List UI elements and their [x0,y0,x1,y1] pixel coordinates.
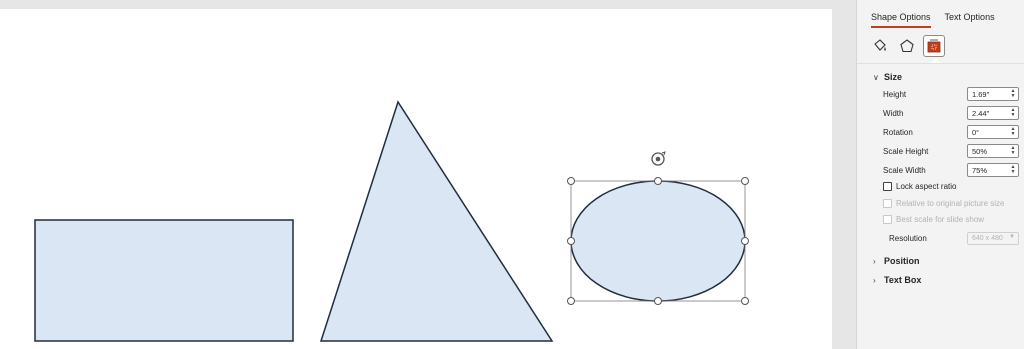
resize-handle-ne [741,177,749,185]
rotation-handle[interactable] [651,151,666,166]
height-row: Height 1.69" ▲ ▼ [883,87,1019,101]
format-shape-pane: Shape Options Text Options ∨ Size Height… [856,0,1024,349]
width-spinner[interactable]: ▲ ▼ [1010,108,1016,118]
width-label: Width [883,108,904,118]
best-scale-checkbox: Best scale for slide show [883,215,984,224]
lock-aspect-ratio-box[interactable] [883,182,892,191]
rotation-value: 0° [972,127,980,137]
resize-handle-s [654,297,662,305]
category-icons [869,35,950,57]
resolution-row: Resolution 640 x 480 ▼ [889,231,1019,245]
scale-height-input[interactable]: 50% ▲ ▼ [967,144,1019,158]
resize-handle-nw [567,177,575,185]
triangle-shape[interactable] [319,100,554,342]
height-label: Height [883,89,907,99]
scale-height-row: Scale Height 50% ▲ ▼ [883,144,1019,158]
resize-handle-n [654,177,662,185]
size-section-header[interactable]: ∨ Size [873,72,902,82]
chevron-down-icon: ▼ [1009,233,1015,240]
scale-width-input[interactable]: 75% ▲ ▼ [967,163,1019,177]
scale-width-row: Scale Width 75% ▲ ▼ [883,163,1019,177]
rectangle-shape[interactable] [34,219,294,342]
relative-original-checkbox: Relative to original picture size [883,199,1005,208]
fill-line-icon[interactable] [869,35,891,57]
resize-handle-w [567,237,575,245]
scale-width-value: 75% [972,165,988,175]
width-value: 2.44" [972,108,990,118]
lock-aspect-ratio-label: Lock aspect ratio [896,182,957,191]
chevron-down-icon: ∨ [873,72,879,82]
resize-handle-se [741,297,749,305]
pane-tabs: Shape Options Text Options [871,11,1009,28]
slide[interactable] [0,9,832,349]
best-scale-box [883,215,892,224]
text-box-section-header[interactable]: › Text Box [873,275,921,285]
width-row: Width 2.44" ▲ ▼ [883,106,1019,120]
pane-divider [857,63,1024,64]
resolution-dropdown: 640 x 480 ▼ [967,231,1019,245]
height-input[interactable]: 1.69" ▲ ▼ [967,87,1019,101]
rotation-label: Rotation [883,127,913,137]
scale-width-spinner[interactable]: ▲ ▼ [1010,165,1016,175]
relative-original-label: Relative to original picture size [896,199,1005,208]
scale-height-value: 50% [972,146,988,156]
size-properties-icon[interactable] [923,35,945,57]
tab-text-options[interactable]: Text Options [945,11,995,28]
slide-canvas-area [0,0,856,349]
slide-shapes [34,100,749,342]
chevron-right-icon: › [873,275,876,285]
size-section-title: Size [884,72,903,82]
rotation-input[interactable]: 0° ▲ ▼ [967,125,1019,139]
position-section-title: Position [884,256,920,266]
chevron-right-icon: › [873,256,876,266]
resize-handle-e [741,237,749,245]
lock-aspect-ratio-checkbox[interactable]: Lock aspect ratio [883,182,956,191]
scale-height-label: Scale Height [883,146,929,156]
tab-shape-options[interactable]: Shape Options [871,11,931,28]
text-box-section-title: Text Box [884,275,922,285]
height-spinner[interactable]: ▲ ▼ [1010,89,1016,99]
scale-width-label: Scale Width [883,165,926,175]
rotation-spinner[interactable]: ▲ ▼ [1010,127,1016,137]
best-scale-label: Best scale for slide show [896,215,985,224]
ellipse-shape[interactable] [570,180,746,302]
height-value: 1.69" [972,89,990,99]
resolution-value: 640 x 480 [972,234,1003,242]
width-input[interactable]: 2.44" ▲ ▼ [967,106,1019,120]
resize-handle-sw [567,297,575,305]
resolution-label: Resolution [889,233,927,243]
scale-height-spinner[interactable]: ▲ ▼ [1010,146,1016,156]
position-section-header[interactable]: › Position [873,256,920,266]
rotation-row: Rotation 0° ▲ ▼ [883,125,1019,139]
relative-original-box [883,199,892,208]
effects-icon[interactable] [896,35,918,57]
